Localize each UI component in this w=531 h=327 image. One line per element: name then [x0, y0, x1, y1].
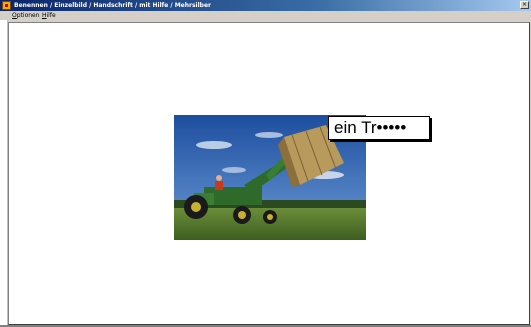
word-hint-label: ein Tr••••• [328, 116, 430, 140]
close-icon: × [521, 1, 528, 8]
left-margin [0, 20, 8, 327]
menu-hilfe[interactable]: Hilfe [42, 11, 56, 20]
close-button[interactable]: × [520, 1, 529, 9]
app-icon[interactable] [2, 1, 11, 10]
title-bar: Benennen / Einzelbild / Handschrift / mi… [0, 0, 531, 11]
menu-bar: Optionen Hilfe [0, 11, 531, 20]
menu-optionen[interactable]: Optionen [12, 11, 40, 20]
window-title: Benennen / Einzelbild / Handschrift / mi… [14, 2, 211, 9]
